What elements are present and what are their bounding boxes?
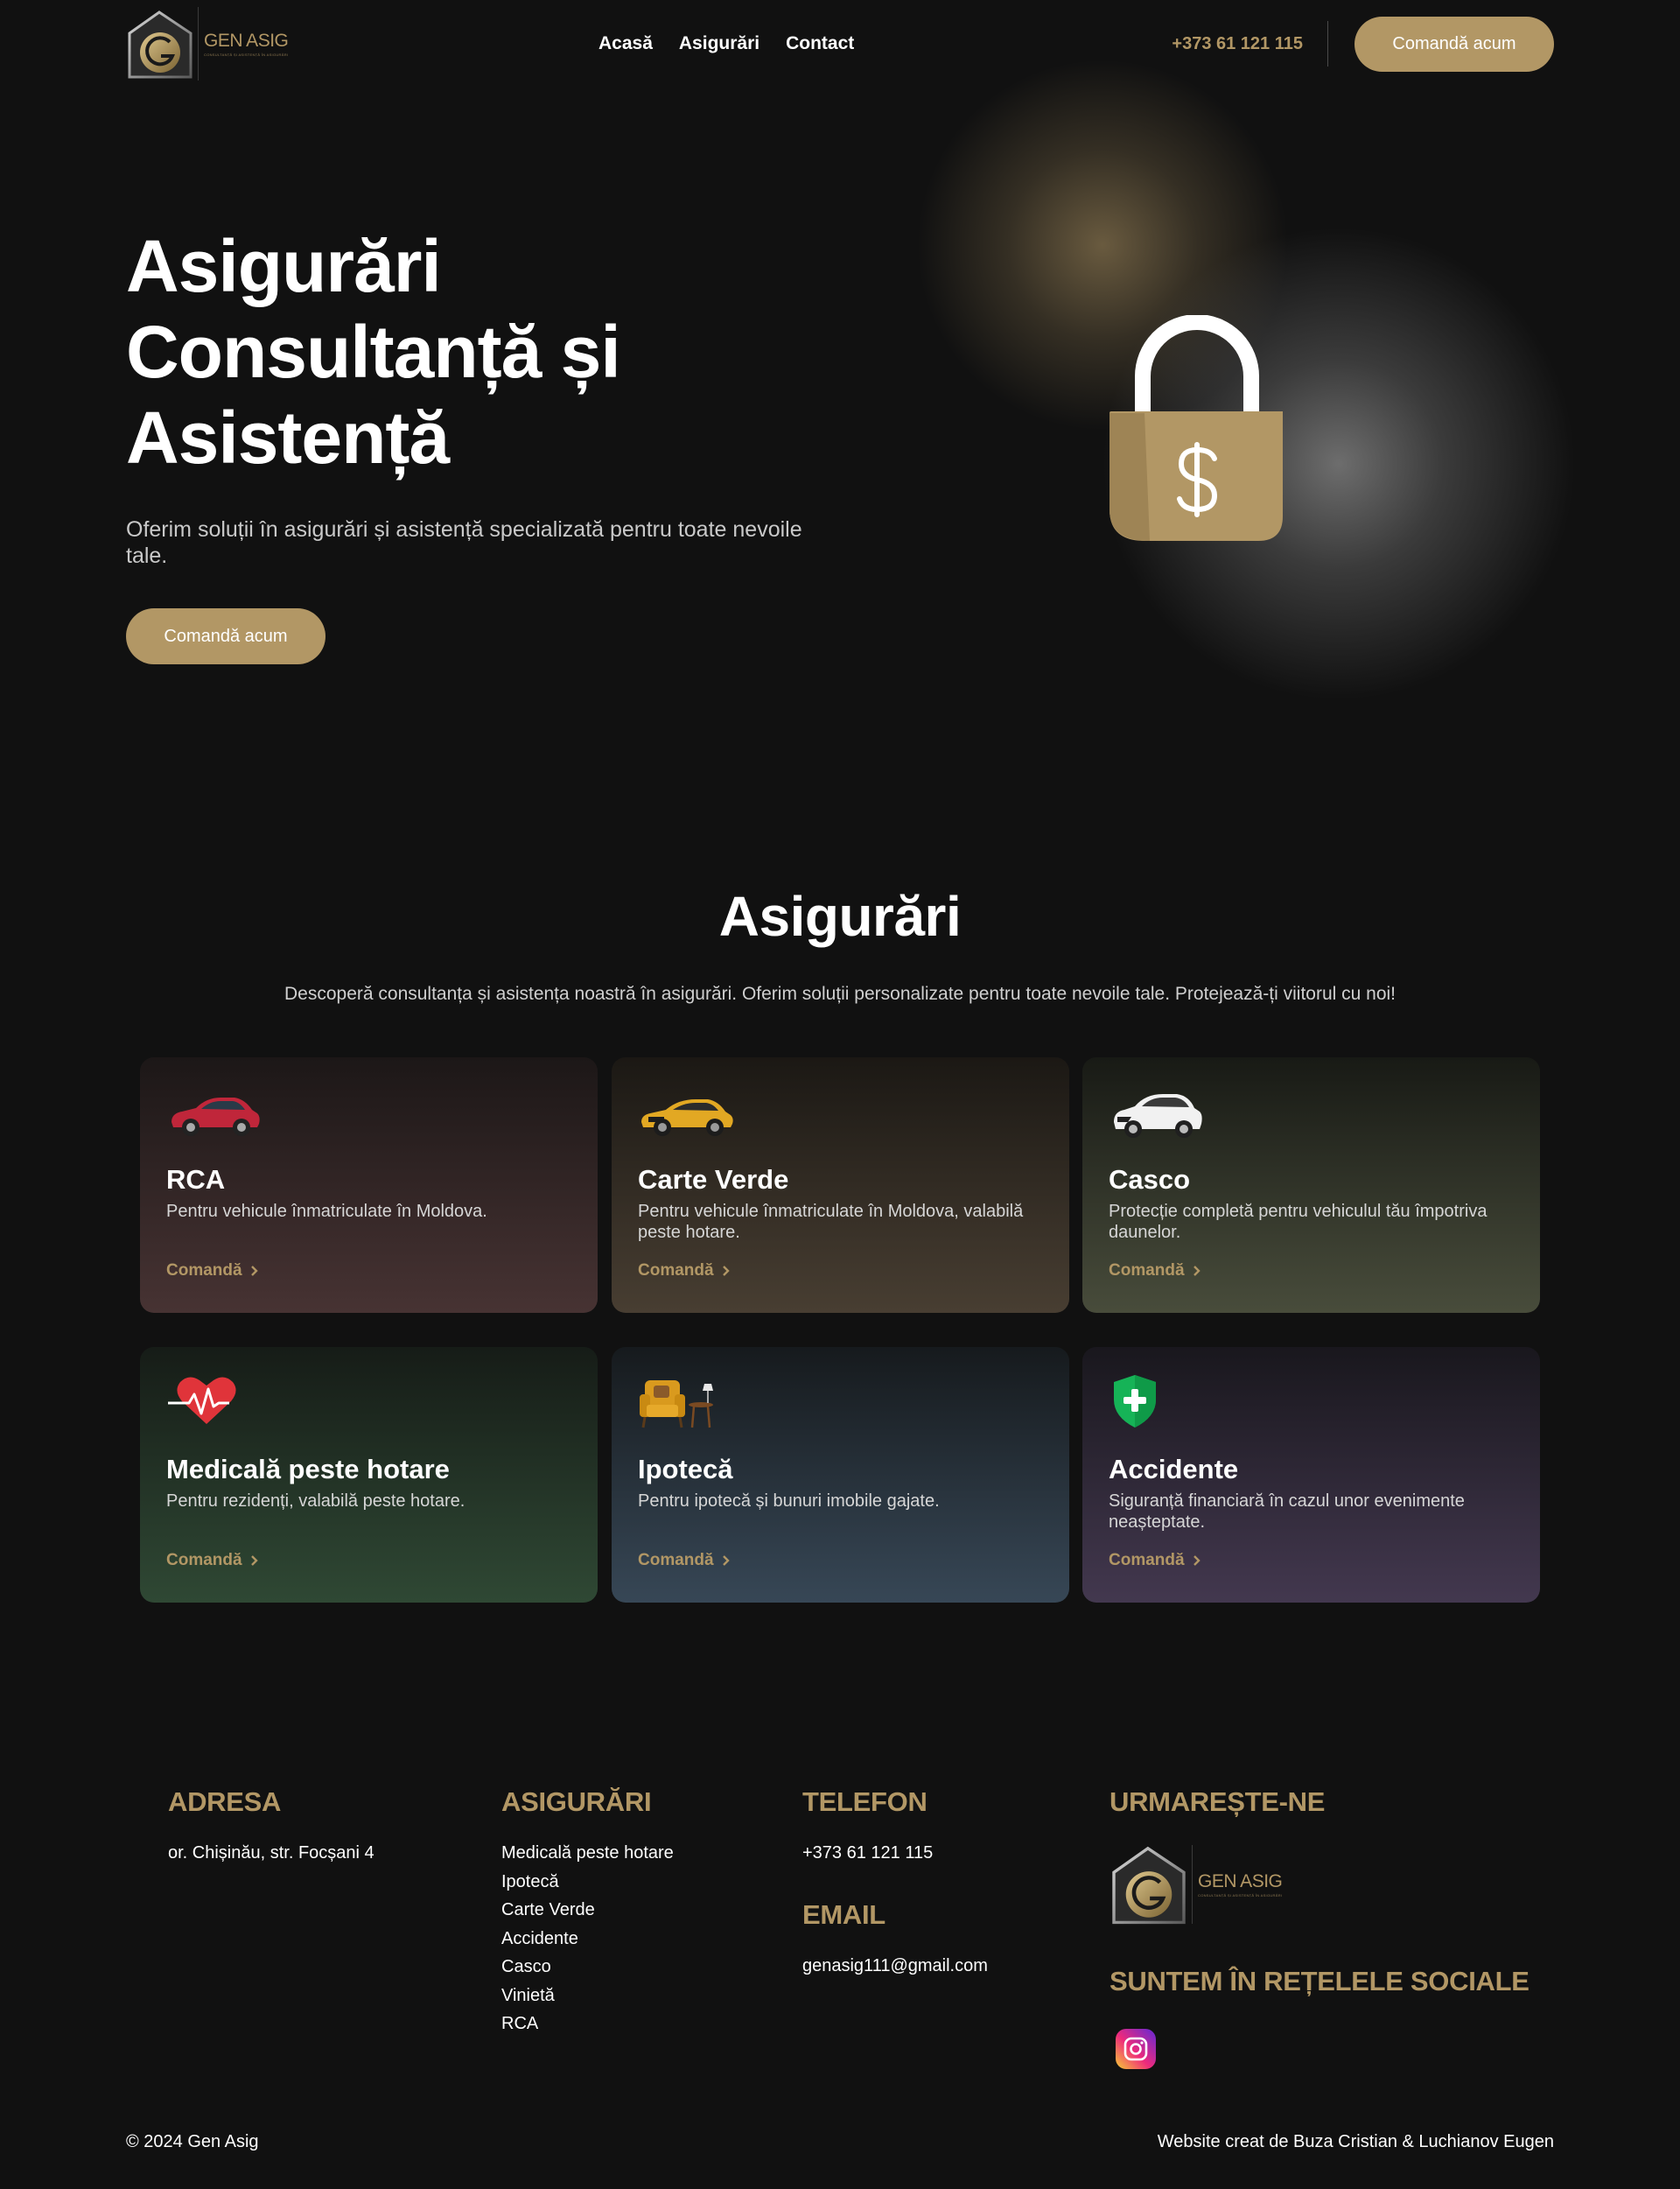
header-order-button[interactable]: Comandă acum <box>1354 16 1554 72</box>
main-nav: Acasă Asigurări Contact <box>598 0 854 88</box>
site-header: GEN ASIG CONSULTANȚĂ ȘI ASISTENȚĂ ÎN ASI… <box>126 0 1554 88</box>
footer-credit: Website creat de Buza Cristian & Luchian… <box>1157 2132 1554 2151</box>
service-card-rca: RCA Pentru vehicule înmatriculate în Mol… <box>140 1057 598 1313</box>
service-card-title: Carte Verde <box>638 1164 789 1195</box>
order-link-label: Comandă <box>1109 1551 1185 1569</box>
shield-plus-icon <box>1114 1375 1156 1428</box>
footer-social-heading: SUNTEM ÎN REȚELELE SOCIALE <box>1110 1966 1530 1996</box>
footer-link-medicala[interactable]: Medicală peste hotare <box>501 1843 674 1863</box>
logo-tagline: CONSULTANȚĂ ȘI ASISTENȚĂ ÎN ASIGURĂRI <box>204 53 289 57</box>
service-card-description: Pentru ipotecă și bunuri imobile gajate. <box>638 1491 940 1511</box>
service-card-order-link[interactable]: Comandă <box>1109 1261 1202 1280</box>
header-actions: +373 61 121 115 Comandă acum <box>1172 0 1554 88</box>
footer-phone-link[interactable]: +373 61 121 115 <box>802 1839 933 1868</box>
hero-order-button[interactable]: Comandă acum <box>126 608 326 664</box>
chevron-right-icon <box>1193 1555 1200 1566</box>
footer-link-ipoteca[interactable]: Ipotecă <box>501 1872 559 1891</box>
nav-link-acasa[interactable]: Acasă <box>598 33 653 54</box>
service-card-carte-verde: Carte Verde Pentru vehicule înmatriculat… <box>612 1057 1069 1313</box>
order-link-label: Comandă <box>638 1551 714 1569</box>
footer-insurance-list: Medicală peste hotare Ipotecă Carte Verd… <box>501 1839 674 2038</box>
service-card-description: Protecție completă pentru vehiculul tău … <box>1109 1202 1488 1242</box>
footer-phone-heading: TELEFON <box>802 1786 928 1817</box>
yellow-car-icon <box>641 1099 733 1136</box>
footer-copyright: © 2024 Gen Asig <box>126 2132 259 2151</box>
instagram-glyph-icon <box>1124 2037 1148 2061</box>
footer-address: or. Chișinău, str. Focșani 4 <box>168 1843 374 1863</box>
service-card-title: RCA <box>166 1164 226 1195</box>
hero-title: Asigurări Consultanță și Asistență <box>126 223 826 481</box>
armchair-icon <box>640 1380 713 1428</box>
service-card-title: Medicală peste hotare <box>166 1454 450 1484</box>
service-card-title: Ipotecă <box>638 1454 733 1484</box>
service-card-title: Accidente <box>1109 1454 1239 1484</box>
footer-link-vinieta[interactable]: Vinietă <box>501 1986 555 2005</box>
footer-logo-tagline: CONSULTANȚĂ ȘI ASISTENȚĂ ÎN ASIGURĂRI <box>1198 1893 1283 1898</box>
footer-email-heading: EMAIL <box>802 1899 886 1930</box>
hero-title-line-3: Asistență <box>126 396 450 479</box>
header-logo[interactable]: GEN ASIG CONSULTANȚĂ ȘI ASISTENȚĂ ÎN ASI… <box>126 5 289 82</box>
footer-link-casco[interactable]: Casco <box>501 1957 551 1976</box>
gen-asig-logo-icon <box>128 11 192 79</box>
service-card-description: Pentru rezidenți, valabilă peste hotare. <box>166 1491 466 1511</box>
service-card-order-link[interactable]: Comandă <box>638 1261 732 1280</box>
service-card-description: Pentru vehicule înmatriculate în Moldova… <box>166 1202 487 1221</box>
footer-logo[interactable]: GEN ASIG CONSULTANȚĂ ȘI ASISTENȚĂ ÎN ASI… <box>1110 1841 1284 1928</box>
footer-link-accidente[interactable]: Accidente <box>501 1929 578 1948</box>
footer-address-heading: ADRESA <box>168 1786 282 1817</box>
hero-subtitle: Oferim soluții în asigurări și asistență… <box>126 517 802 568</box>
chevron-right-icon <box>1193 1266 1200 1276</box>
header-phone-link[interactable]: +373 61 121 115 <box>1172 21 1328 67</box>
hero-title-line-2: Consultanță și <box>126 311 621 393</box>
services-subtitle: Descoperă consultanța și asistența noast… <box>284 984 1396 1004</box>
nav-link-asigurari[interactable]: Asigurări <box>679 33 760 54</box>
service-card-order-link[interactable]: Comandă <box>166 1261 260 1280</box>
service-card-title: Casco <box>1109 1164 1191 1195</box>
service-card-medicala: Medicală peste hotare Pentru rezidenți, … <box>140 1347 598 1603</box>
lock-dollar-icon <box>1110 315 1283 541</box>
service-card-ipoteca: Ipotecă Pentru ipotecă și bunuri imobile… <box>612 1347 1069 1603</box>
hero-title-line-1: Asigurări <box>126 225 442 307</box>
logo-name: GEN ASIG <box>204 31 289 51</box>
white-suv-icon <box>1114 1094 1202 1138</box>
service-card-description: Siguranță financiară în cazul unor eveni… <box>1109 1491 1465 1532</box>
services-title: Asigurări <box>718 885 962 948</box>
order-link-label: Comandă <box>166 1261 242 1280</box>
order-link-label: Comandă <box>166 1551 242 1569</box>
nav-link-contact[interactable]: Contact <box>786 33 854 54</box>
footer-follow-heading: URMAREȘTE-NE <box>1110 1786 1326 1817</box>
chevron-right-icon <box>722 1266 730 1276</box>
order-link-label: Comandă <box>1109 1261 1185 1280</box>
footer-logo-name: GEN ASIG <box>1198 1871 1283 1891</box>
instagram-icon[interactable] <box>1116 2029 1156 2069</box>
logo-text: GEN ASIG CONSULTANȚĂ ȘI ASISTENȚĂ ÎN ASI… <box>198 7 289 81</box>
footer-insurance-heading: ASIGURĂRI <box>501 1786 652 1817</box>
order-link-label: Comandă <box>638 1261 714 1280</box>
chevron-right-icon <box>250 1266 258 1276</box>
footer-logo-text: GEN ASIG CONSULTANȚĂ ȘI ASISTENȚĂ ÎN ASI… <box>1192 1845 1283 1924</box>
service-card-accidente: Accidente Siguranță financiară în cazul … <box>1082 1347 1540 1603</box>
heart-pulse-icon <box>168 1377 236 1424</box>
red-car-icon <box>172 1098 260 1136</box>
service-card-order-link[interactable]: Comandă <box>1109 1551 1202 1570</box>
gen-asig-logo-icon <box>1112 1846 1186 1925</box>
chevron-right-icon <box>250 1555 258 1566</box>
service-card-casco: Casco Protecție completă pentru vehiculu… <box>1082 1057 1540 1313</box>
service-card-order-link[interactable]: Comandă <box>166 1551 260 1570</box>
footer-email-link[interactable]: genasig111@gmail.com <box>802 1952 988 1981</box>
chevron-right-icon <box>722 1555 730 1566</box>
service-card-description: Pentru vehicule înmatriculate în Moldova… <box>638 1202 1024 1242</box>
service-card-order-link[interactable]: Comandă <box>638 1551 732 1570</box>
footer-link-rca[interactable]: RCA <box>501 2014 538 2033</box>
footer-link-carte-verde[interactable]: Carte Verde <box>501 1900 595 1919</box>
